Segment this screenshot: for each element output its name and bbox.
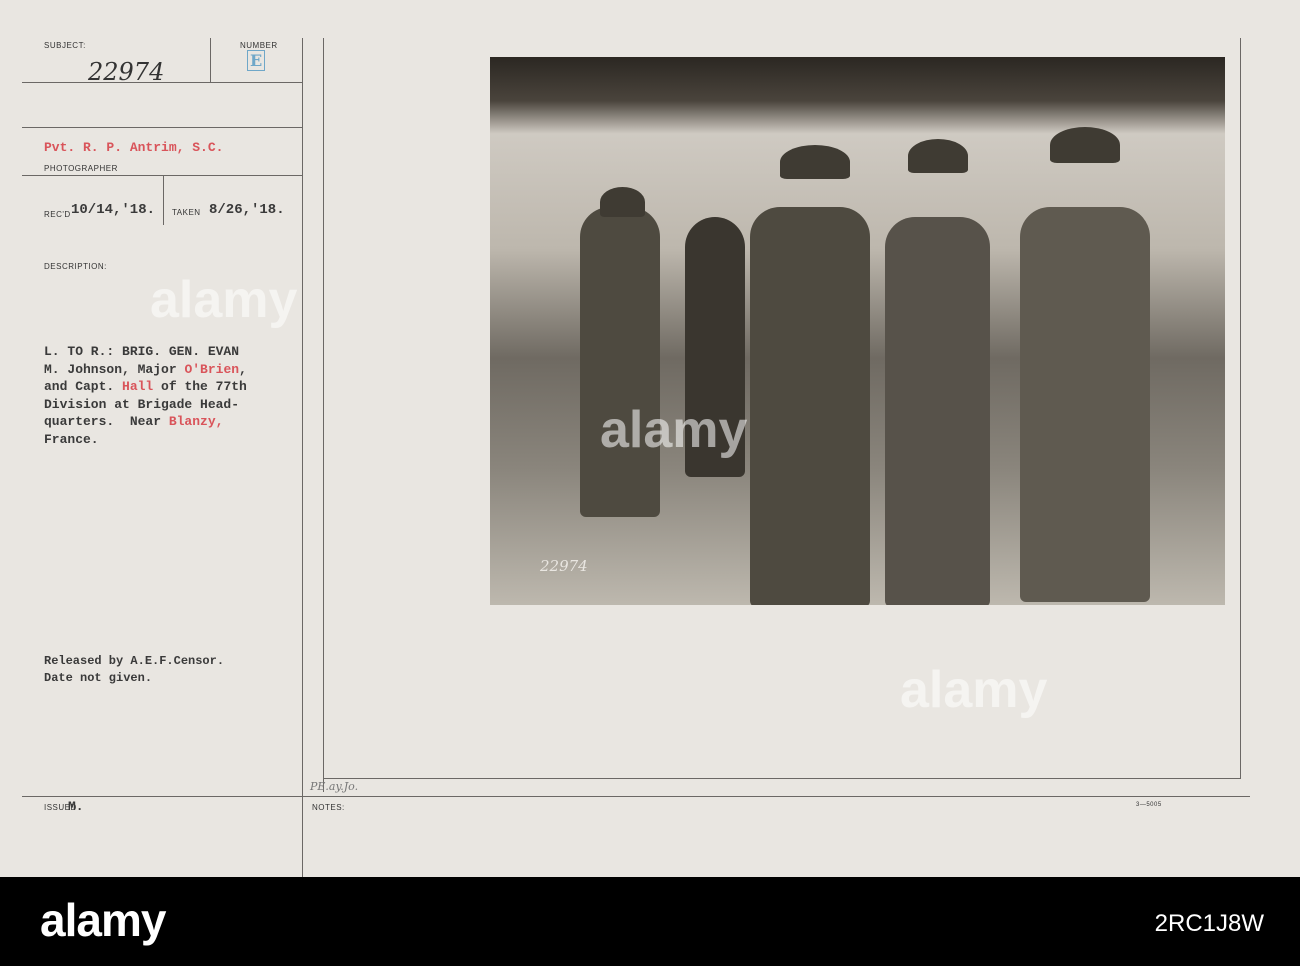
- taken-value: 8/26,'18.: [209, 202, 285, 218]
- image-code: 2RC1J8W: [1154, 910, 1264, 937]
- recd-label: REC'D: [44, 210, 71, 219]
- photo-stamp-number: 22974: [540, 557, 588, 575]
- photographer-value: Pvt. R. P. Antrim, S.C.: [44, 140, 224, 155]
- pencil-note: PE.ay.Jo.: [310, 780, 359, 793]
- issued-value: M.: [68, 799, 84, 814]
- watermark: alamy: [900, 661, 1048, 719]
- footer-bar: [0, 877, 1300, 966]
- release-line-1: Released by A.E.F.Censor.: [44, 654, 225, 668]
- photographer-label: PHOTOGRAPHER: [44, 164, 118, 173]
- taken-label: TAKEN: [172, 208, 201, 217]
- number-label: NUMBER: [240, 41, 278, 50]
- release-line-2: Date not given.: [44, 671, 153, 685]
- description-text: L. TO R.: BRIG. GEN. EVAN M. Johnson, Ma…: [44, 344, 247, 447]
- subject-label: SUBJECT:: [44, 41, 86, 50]
- notes-label: NOTES:: [312, 803, 345, 812]
- number-stamp: E: [247, 50, 266, 71]
- alamy-logo: alamy: [40, 894, 166, 946]
- form-number: 3—5005: [1136, 802, 1162, 808]
- description-label: DESCRIPTION:: [44, 262, 107, 271]
- subject-value: 22974: [88, 58, 165, 86]
- historical-photograph: 22974: [490, 57, 1225, 605]
- watermark: alamy: [600, 401, 748, 459]
- recd-value: 10/14,'18.: [71, 202, 156, 218]
- watermark: alamy: [150, 271, 298, 329]
